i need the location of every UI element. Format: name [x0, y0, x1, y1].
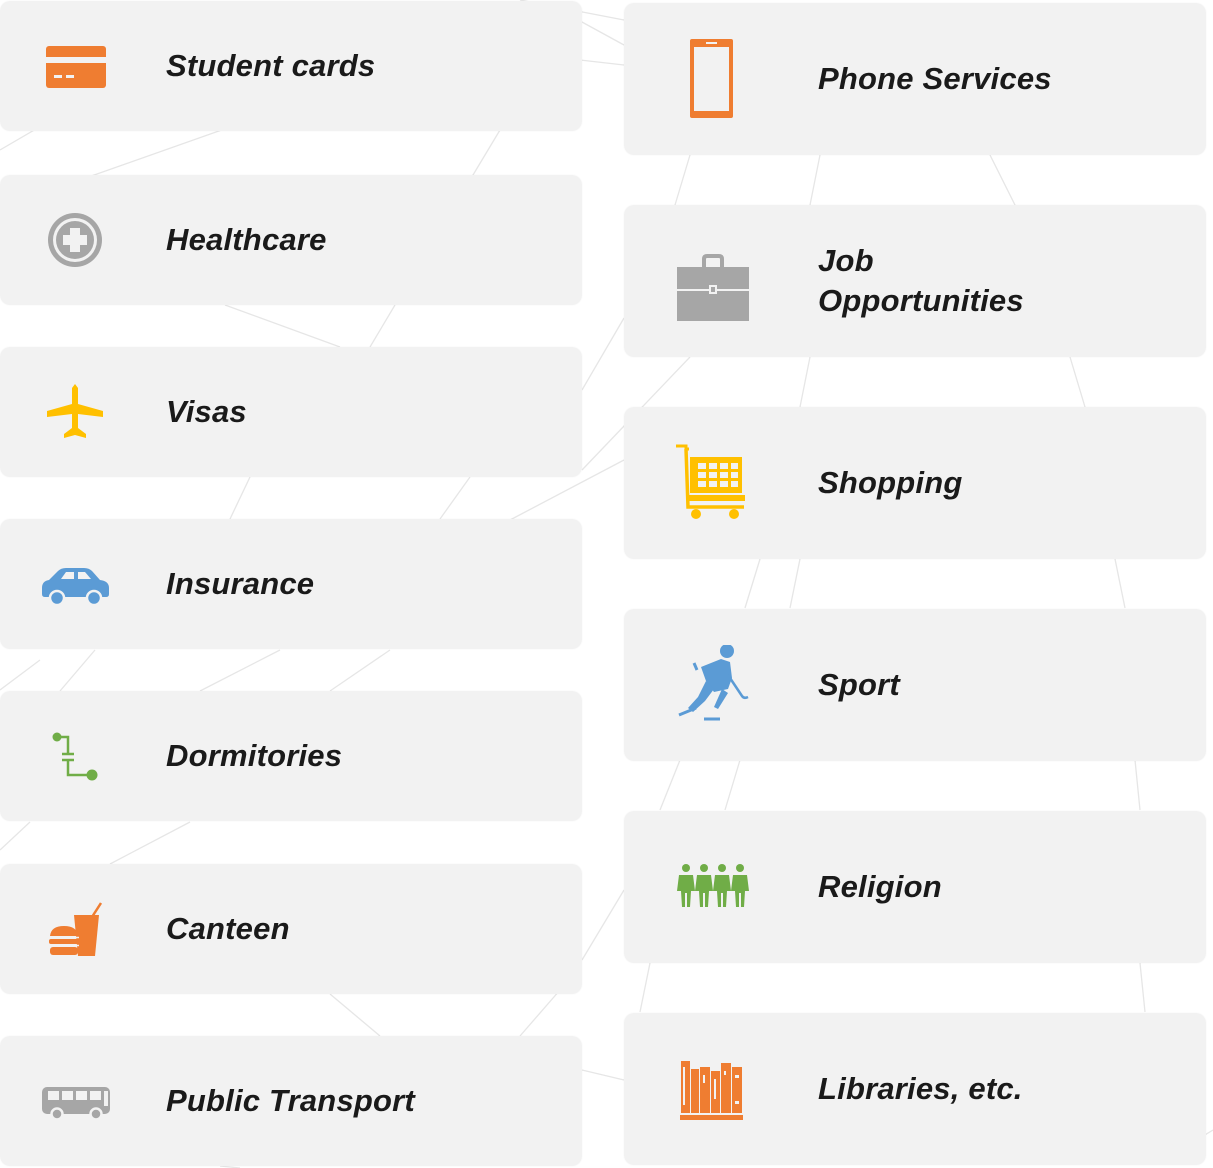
- card-sport[interactable]: Sport: [624, 609, 1206, 761]
- card-label: Phone Services: [818, 61, 1052, 96]
- card-libraries[interactable]: Libraries, etc.: [624, 1013, 1206, 1165]
- card-healthcare[interactable]: Healthcare: [0, 175, 582, 305]
- card-religion[interactable]: Religion: [624, 811, 1206, 963]
- card-shopping[interactable]: Shopping: [624, 407, 1206, 559]
- smartphone-icon: [690, 39, 733, 118]
- card-label: Canteen: [166, 911, 290, 946]
- card-student-cards[interactable]: Student cards: [0, 1, 582, 131]
- connector-icon: [52, 732, 98, 781]
- card-label: Visas: [166, 394, 247, 429]
- card-job-opportunities[interactable]: Job Opportunities: [624, 205, 1206, 357]
- briefcase-icon: [677, 254, 749, 321]
- hockey-player-icon: [678, 645, 749, 721]
- card-visas[interactable]: Visas: [0, 347, 582, 477]
- card-label: Libraries, etc.: [818, 1071, 1023, 1106]
- car-icon: [42, 568, 109, 607]
- card-dormitories[interactable]: Dormitories: [0, 691, 582, 821]
- card-label: Shopping: [818, 465, 963, 500]
- card-phone-services[interactable]: Phone Services: [624, 3, 1206, 155]
- books-icon: [680, 1061, 743, 1120]
- card-label: Insurance: [166, 566, 315, 601]
- card-insurance[interactable]: Insurance: [0, 519, 582, 649]
- card-label: Job Opportunities: [818, 243, 1024, 318]
- medical-cross-icon: [48, 213, 102, 267]
- people-group-icon: [677, 864, 749, 907]
- card-label: Sport: [818, 667, 900, 702]
- fast-food-icon: [49, 902, 103, 956]
- credit-card-icon: [46, 46, 106, 88]
- card-label: Student cards: [166, 48, 376, 83]
- card-public-transport[interactable]: Public Transport: [0, 1036, 582, 1166]
- card-label: Dormitories: [166, 738, 343, 773]
- card-label: Healthcare: [166, 222, 327, 257]
- shopping-cart-icon: [676, 444, 745, 519]
- card-label: Public Transport: [166, 1083, 415, 1118]
- bus-icon: [42, 1087, 110, 1121]
- airplane-icon: [47, 384, 103, 438]
- card-label: Religion: [818, 869, 942, 904]
- card-canteen[interactable]: Canteen: [0, 864, 582, 994]
